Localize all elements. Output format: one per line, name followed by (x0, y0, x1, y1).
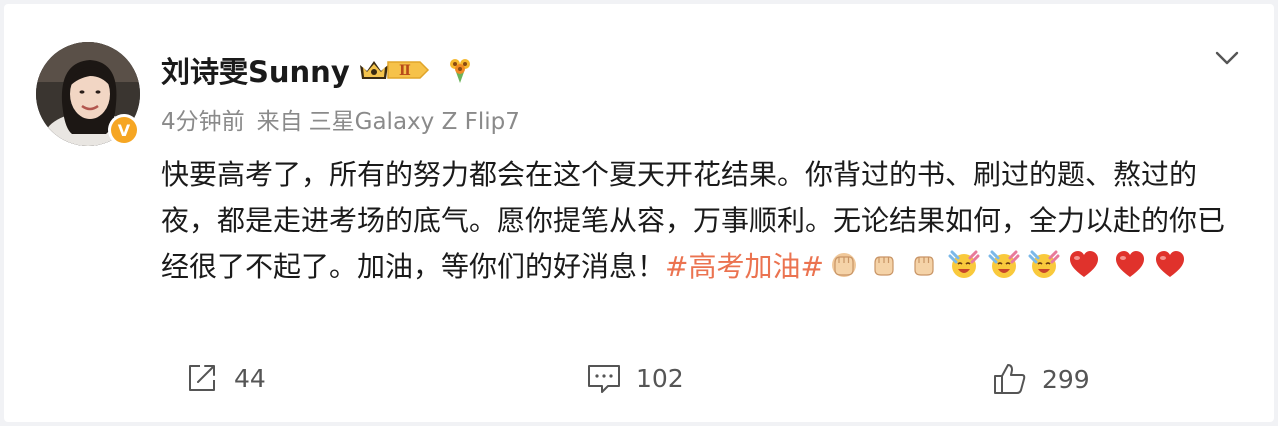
heart-icon (1153, 248, 1187, 282)
weibo-post-card: V 刘诗雯Sunny Ⅱ 4分钟前 来自 三星Galaxy Z Flip7 快要… (4, 4, 1274, 422)
comment-button[interactable]: 102 (586, 362, 684, 394)
comment-count: 102 (636, 363, 684, 393)
post-meta: 4分钟前 来自 三星Galaxy Z Flip7 (161, 102, 520, 136)
svg-text:Ⅱ: Ⅱ (399, 63, 411, 79)
cheer-icon (987, 248, 1021, 282)
like-button[interactable]: 299 (992, 362, 1090, 396)
repost-button[interactable]: 44 (186, 362, 266, 394)
like-count: 299 (1042, 364, 1090, 394)
repost-count: 44 (234, 363, 266, 393)
thumbs-up-icon (994, 364, 1026, 394)
vip-crown-icon[interactable]: Ⅱ (358, 57, 432, 83)
fist-icon (827, 248, 861, 282)
verified-badge-icon: V (108, 114, 140, 146)
cheer-icon (947, 248, 981, 282)
fist-icon (867, 248, 901, 282)
post-actions-bar: 44 102 299 (4, 362, 1274, 402)
comment-icon (588, 365, 620, 393)
share-icon (189, 365, 215, 391)
source-prefix: 来自 (256, 109, 303, 135)
username[interactable]: 刘诗雯Sunny (161, 49, 350, 91)
fist-icon (907, 248, 941, 282)
post-time[interactable]: 4分钟前 (161, 102, 245, 136)
author-row: 刘诗雯Sunny Ⅱ (161, 48, 472, 92)
hashtag-link[interactable]: #高考加油# (665, 250, 824, 283)
cheer-icon (1027, 248, 1061, 282)
post-text: 快要高考了，所有的努力都会在这个夏天开花结果。你背过的书、刷过的题、熬过的夜，都… (161, 152, 1251, 290)
source-device: 三星Galaxy Z Flip7 (308, 109, 520, 135)
heart-icon (1067, 248, 1101, 282)
chevron-down-icon[interactable] (1212, 44, 1242, 72)
flower-bouquet-icon[interactable] (448, 56, 472, 84)
heart-icon (1113, 248, 1147, 282)
